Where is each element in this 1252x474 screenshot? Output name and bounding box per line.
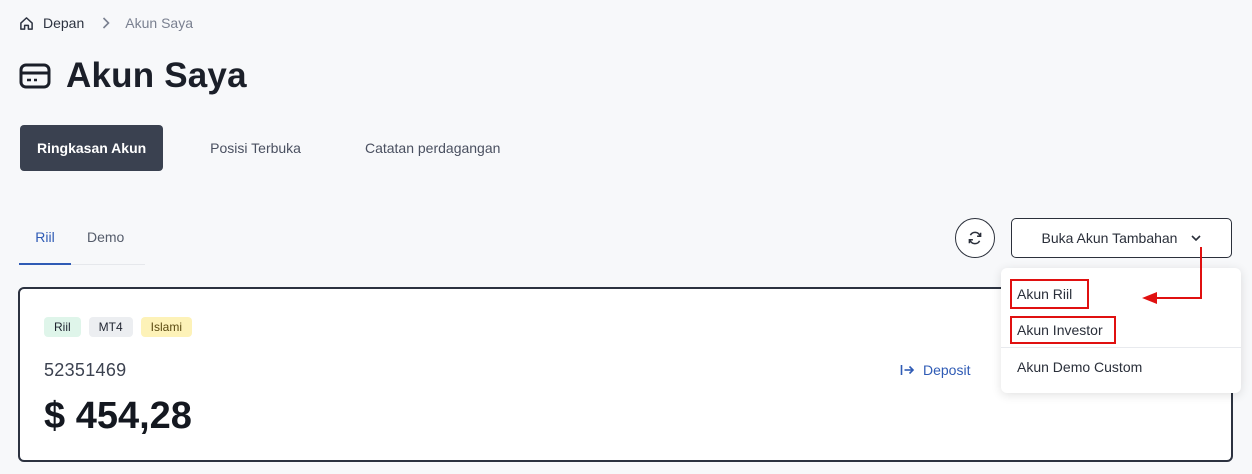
badge-riil: Riil (44, 317, 81, 337)
credit-card-icon (19, 62, 51, 90)
refresh-icon (968, 231, 982, 245)
account-type-tabs: Riil Demo (19, 214, 145, 265)
account-number: 52351469 (44, 360, 127, 380)
tab-posisi-terbuka[interactable]: Posisi Terbuka (210, 125, 301, 171)
page-title: Akun Saya (66, 56, 247, 95)
dropdown-divider (1001, 347, 1241, 348)
page-header: Akun Saya (19, 54, 247, 98)
tab-demo[interactable]: Demo (87, 214, 124, 265)
dropdown-item-akun-investor[interactable]: Akun Investor (1001, 316, 1241, 344)
breadcrumb-home[interactable]: Depan (19, 15, 84, 31)
account-badges: Riil MT4 Islami (44, 317, 200, 337)
deposit-link[interactable]: Deposit (900, 362, 970, 378)
tab-catatan-perdagangan[interactable]: Catatan perdagangan (365, 125, 500, 171)
home-icon (20, 16, 33, 30)
dropdown-item-akun-riil[interactable]: Akun Riil (1001, 280, 1241, 308)
tab-ringkasan-akun[interactable]: Ringkasan Akun (20, 125, 164, 171)
deposit-icon (900, 365, 915, 375)
open-additional-account-label: Buka Akun Tambahan (1041, 230, 1178, 246)
open-additional-account-button[interactable]: Buka Akun Tambahan (1011, 218, 1232, 258)
breadcrumb-current: Akun Saya (125, 15, 193, 31)
chevron-right-icon (102, 17, 110, 29)
dropdown-item-label: Akun Riil (1017, 286, 1073, 302)
dropdown-item-label: Akun Investor (1017, 322, 1103, 338)
deposit-label: Deposit (923, 362, 971, 378)
refresh-button[interactable] (955, 218, 995, 258)
account-balance: $ 454,28 (44, 395, 192, 437)
open-account-dropdown: Akun Riil Akun Investor Akun Demo Custom (1001, 268, 1241, 393)
badge-islami: Islami (140, 317, 193, 337)
breadcrumb: Depan Akun Saya (19, 13, 193, 33)
breadcrumb-home-label: Depan (43, 15, 85, 31)
dropdown-item-label: Akun Demo Custom (1017, 359, 1143, 375)
dropdown-item-akun-demo-custom[interactable]: Akun Demo Custom (1001, 353, 1241, 381)
chevron-down-icon (1191, 235, 1202, 241)
main-tabs: Ringkasan Akun Posisi Terbuka Catatan pe… (20, 125, 500, 171)
tab-riil[interactable]: Riil (19, 214, 71, 265)
badge-mt4: MT4 (88, 317, 133, 337)
